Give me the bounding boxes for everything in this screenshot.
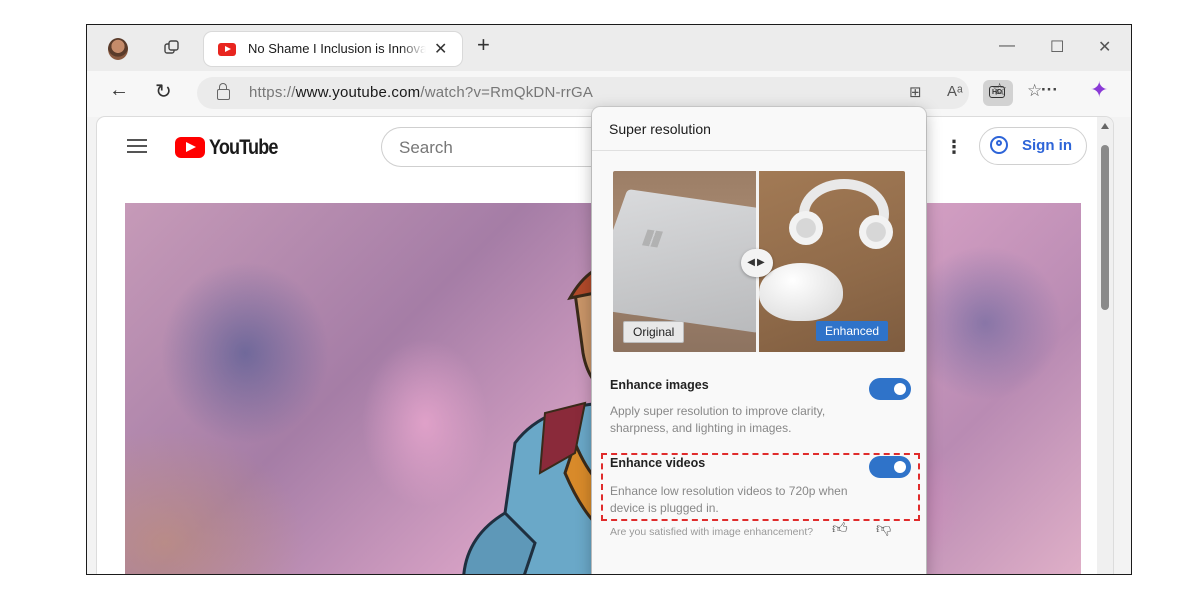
flyout-title: Super resolution — [609, 121, 711, 137]
more-icon[interactable]: ··· — [1041, 80, 1058, 100]
before-after-preview[interactable]: ◀▶ Original Enhanced — [613, 171, 905, 352]
search-placeholder: Search — [399, 138, 453, 157]
maximize-button[interactable]: ☐ — [1050, 37, 1064, 57]
new-tab-button[interactable]: + — [477, 34, 490, 56]
original-label: Original — [623, 321, 685, 343]
title-bar: No Shame I Inclusion is Innovation ✕ + —… — [87, 25, 1131, 71]
enhance-images-description: Apply super resolution to improve clarit… — [610, 404, 826, 435]
scroll-up-icon[interactable] — [1101, 123, 1109, 129]
flyout-divider — [592, 150, 926, 151]
youtube-favicon-icon — [218, 43, 236, 56]
back-button[interactable]: ← — [109, 79, 129, 102]
minimize-button[interactable]: — — [999, 37, 1015, 55]
sign-in-button[interactable]: Sign in — [979, 127, 1087, 165]
apps-icon[interactable]: ⊞ — [909, 83, 922, 101]
refresh-button[interactable]: ↻ — [155, 79, 172, 104]
workspaces-icon[interactable] — [163, 39, 181, 57]
hamburger-menu-icon[interactable] — [127, 139, 147, 153]
mouse-image — [759, 263, 843, 321]
settings-kebab-icon[interactable]: ⋮ — [945, 137, 963, 158]
sign-in-label: Sign in — [1022, 137, 1072, 154]
thumbs-down-icon[interactable]: 👎︎ — [876, 520, 891, 538]
read-aloud-icon[interactable]: Aᵃ — [947, 83, 963, 100]
lock-icon[interactable] — [217, 83, 230, 100]
compare-slider-handle-icon[interactable]: ◀▶ — [741, 249, 773, 277]
enhance-images-title: Enhance images — [610, 378, 709, 392]
enhance-videos-toggle[interactable] — [869, 456, 911, 478]
enhance-videos-description: Enhance low resolution videos to 720p wh… — [610, 484, 848, 515]
super-resolution-flyout: Super resolution ◀▶ Original Enhanced En… — [592, 107, 926, 574]
scrollbar-thumb[interactable] — [1101, 145, 1109, 310]
profile-avatar[interactable] — [108, 38, 128, 60]
tab-title: No Shame I Inclusion is Innovation — [248, 41, 426, 56]
favorites-icon[interactable]: ☆ — [992, 80, 1007, 100]
thumbs-up-icon[interactable]: 👍︎ — [832, 520, 848, 538]
url-text[interactable]: https://www.youtube.com/watch?v=RmQkDN-r… — [249, 84, 593, 101]
enhance-videos-title: Enhance videos — [610, 456, 706, 470]
vertical-scrollbar[interactable] — [1097, 117, 1113, 574]
account-icon — [990, 136, 1008, 154]
enhance-images-toggle[interactable] — [869, 378, 911, 400]
favorites-add-icon[interactable]: ☆ — [1027, 81, 1042, 101]
youtube-logo-text[interactable]: YouTube — [209, 136, 278, 160]
earcup-right — [859, 215, 893, 249]
youtube-logo-icon[interactable] — [175, 137, 205, 158]
copilot-icon[interactable]: ✦ — [1090, 77, 1108, 103]
close-window-button[interactable]: ✕ — [1098, 37, 1111, 57]
enhanced-label: Enhanced — [816, 321, 889, 341]
tab-close-icon[interactable]: ✕ — [434, 39, 447, 59]
feedback-prompt: Are you satisfied with image enhancement… — [610, 526, 814, 538]
address-bar[interactable]: https://www.youtube.com/watch?v=RmQkDN-r… — [197, 77, 1042, 109]
browser-window: No Shame I Inclusion is Innovation ✕ + —… — [86, 24, 1132, 575]
earcup-left — [789, 211, 823, 245]
browser-tab-active[interactable]: No Shame I Inclusion is Innovation ✕ — [204, 32, 462, 66]
